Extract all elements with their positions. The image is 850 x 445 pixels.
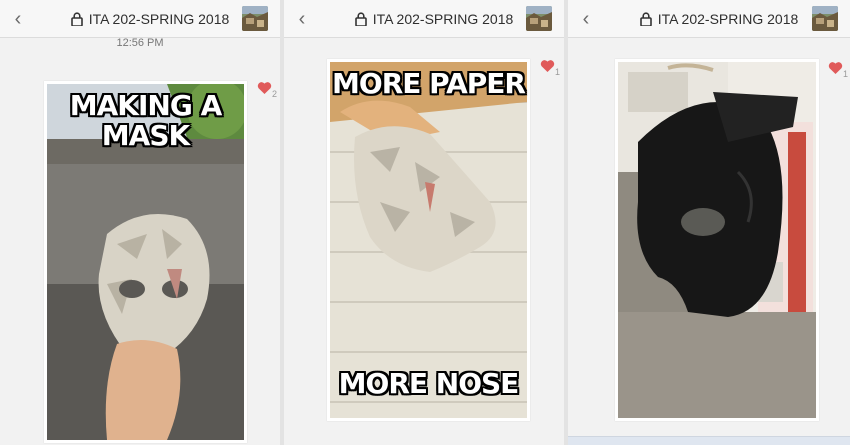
group-avatar[interactable]	[812, 6, 838, 31]
heart-icon[interactable]	[540, 59, 555, 73]
chat-title: ITA 202-SPRING 2018	[628, 10, 810, 28]
like-count: 1	[843, 69, 849, 79]
header-bar: ‹ ITA 202-SPRING 2018	[0, 0, 280, 38]
back-chevron-icon[interactable]: ‹	[292, 8, 312, 30]
header-bar: ‹ ITA 202-SPRING 2018	[568, 0, 850, 38]
next-message-preview	[568, 436, 850, 445]
heart-icon[interactable]	[257, 81, 272, 95]
message-photo[interactable]: MAKING A MASK	[44, 81, 247, 443]
chat-title-text: ITA 202-SPRING 2018	[88, 11, 230, 27]
meme-caption-top: MORE PAPER	[332, 67, 526, 100]
meme-caption-top: MAKING A MASK	[69, 89, 222, 152]
back-chevron-icon[interactable]: ‹	[8, 8, 28, 30]
chat-title: ITA 202-SPRING 2018	[60, 10, 240, 28]
chat-title-text: ITA 202-SPRING 2018	[657, 11, 799, 27]
black-mask-photo-image	[618, 62, 816, 418]
message-photo[interactable]: MORE PAPER MORE NOSE	[327, 59, 530, 421]
lock-icon	[639, 12, 652, 26]
group-avatar[interactable]	[526, 6, 552, 31]
like-count: 1	[555, 67, 561, 77]
message-timestamp: 12:56 PM	[116, 37, 164, 49]
lock-icon	[354, 12, 367, 26]
chat-title-text: ITA 202-SPRING 2018	[372, 11, 514, 27]
chat-panel-1: ‹ ITA 202-SPRING 2018 12:56 PM MAKING A …	[0, 0, 280, 445]
paper-mache-photo-image	[330, 62, 527, 418]
message-photo[interactable]	[615, 59, 819, 421]
group-avatar[interactable]	[242, 6, 268, 31]
chat-title: ITA 202-SPRING 2018	[344, 10, 524, 28]
back-chevron-icon[interactable]: ‹	[576, 8, 596, 30]
chat-panel-2: ‹ ITA 202-SPRING 2018 MORE PAPER MORE NO…	[284, 0, 564, 445]
meme-caption-bottom: MORE NOSE	[338, 367, 520, 400]
chat-panel-3: ‹ ITA 202-SPRING 2018 1	[568, 0, 850, 445]
like-count: 2	[272, 89, 278, 99]
heart-icon[interactable]	[828, 61, 843, 75]
header-bar: ‹ ITA 202-SPRING 2018	[284, 0, 564, 38]
lock-icon	[70, 12, 83, 26]
